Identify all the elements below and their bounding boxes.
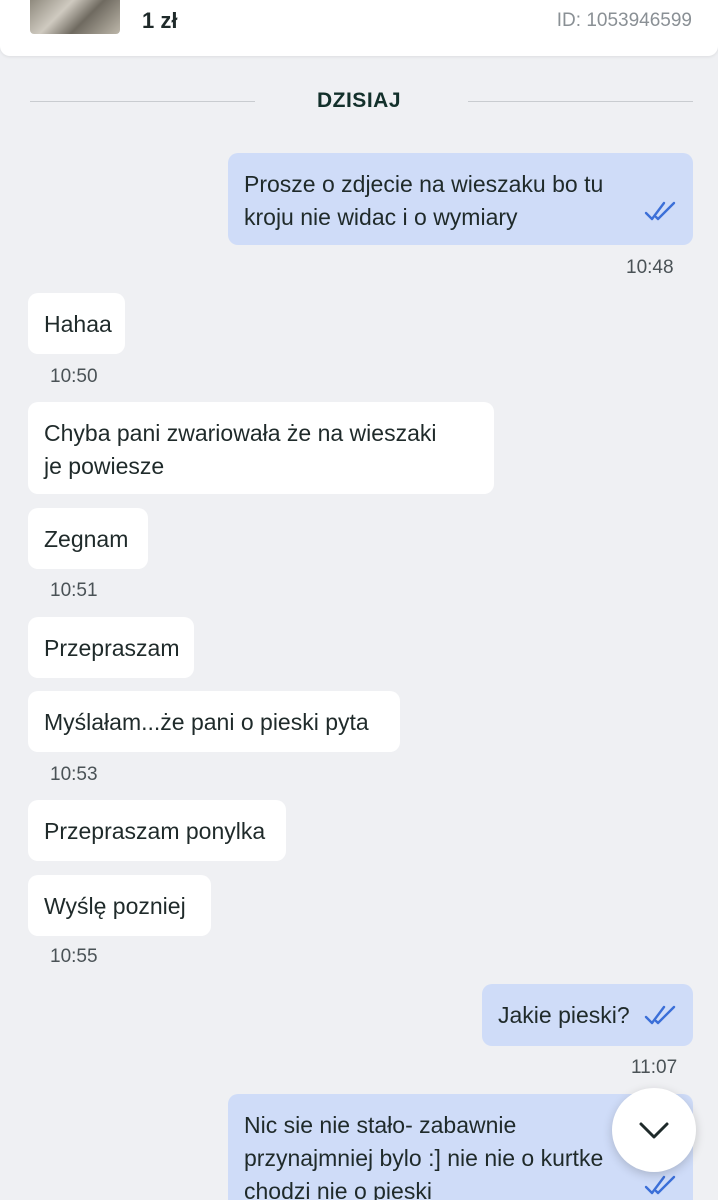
message-bubble-incoming[interactable]: Wyślę pozniej bbox=[28, 875, 211, 936]
double-check-icon bbox=[644, 201, 676, 221]
message-bubble-incoming[interactable]: Chyba pani zwariowała że na wieszaki je … bbox=[28, 402, 494, 494]
listing-header[interactable]: 1 zł ID: 1053946599 bbox=[0, 0, 718, 56]
message-time: 10:51 bbox=[50, 580, 98, 601]
message-time: 10:53 bbox=[50, 764, 98, 785]
chevron-down-icon bbox=[639, 1122, 669, 1139]
message-text-line: Przepraszam ponylka bbox=[44, 818, 266, 844]
scroll-to-bottom-button[interactable] bbox=[612, 1088, 696, 1172]
message-text-line: Chyba pani zwariowała że na wieszaki bbox=[44, 420, 437, 446]
double-check-icon bbox=[644, 1005, 676, 1025]
divider-line bbox=[468, 101, 693, 102]
message-text-line: Myślałam...że pani o pieski pyta bbox=[44, 709, 369, 735]
message-text-line: przynajmniej bylo :] nie nie o kurtke bbox=[244, 1145, 604, 1171]
item-price: 1 zł bbox=[142, 8, 178, 33]
message-text-line: Przepraszam bbox=[44, 635, 180, 661]
item-thumbnail[interactable] bbox=[30, 0, 120, 34]
message-bubble-incoming[interactable]: Myślałam...że pani o pieski pyta bbox=[28, 691, 400, 752]
message-time: 11:07 bbox=[631, 1057, 678, 1078]
listing-id: ID: 1053946599 bbox=[556, 10, 692, 31]
message-bubble-outgoing[interactable]: Jakie pieski? bbox=[482, 984, 693, 1046]
double-check-icon bbox=[644, 1175, 676, 1195]
message-bubble-incoming[interactable]: Hahaa bbox=[28, 293, 125, 354]
message-bubble-incoming[interactable]: Przepraszam bbox=[28, 617, 194, 678]
message-bubble-outgoing[interactable]: Prosze o zdjecie na wieszaku bo tu kroju… bbox=[228, 153, 693, 245]
message-time: 10:50 bbox=[50, 366, 98, 387]
message-bubble-incoming[interactable]: Przepraszam ponylka bbox=[28, 800, 286, 861]
message-text-line: kroju nie widac i o wymiary bbox=[244, 204, 518, 230]
message-text-line: chodzi nie o pieski bbox=[244, 1178, 432, 1200]
message-text-line: Zegnam bbox=[44, 526, 129, 552]
message-text-line: je powiesze bbox=[44, 453, 165, 479]
message-text-line: Prosze o zdjecie na wieszaku bo tu bbox=[244, 171, 604, 197]
message-time: 10:55 bbox=[50, 946, 98, 967]
message-bubble-incoming[interactable]: Zegnam bbox=[28, 508, 148, 569]
message-text-line: Hahaa bbox=[44, 311, 112, 337]
message-time: 10:48 bbox=[626, 257, 674, 278]
message-text-line: Wyślę pozniej bbox=[44, 893, 186, 919]
